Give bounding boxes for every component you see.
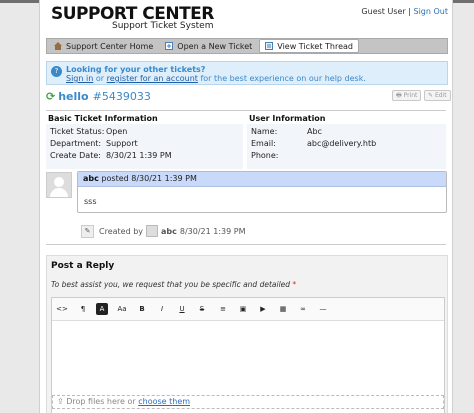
email-value: abc@delivery.htb	[307, 139, 377, 148]
home-icon	[54, 42, 62, 50]
notice-heading: Looking for your other tickets?	[66, 65, 206, 74]
video-button[interactable]: ▶	[257, 303, 269, 315]
nav-label: Support Center Home	[66, 41, 154, 51]
file-dropzone[interactable]: ⇪ Drop files here or choose them	[52, 395, 444, 409]
pencil-icon: ✎	[428, 92, 434, 99]
event-time: 8/30/21 1:39 PM	[179, 226, 246, 236]
department-value: Support	[106, 139, 138, 148]
sign-in-link[interactable]: Sign in	[66, 74, 93, 83]
info-icon: ?	[51, 66, 62, 77]
italic-button[interactable]: I	[156, 303, 168, 315]
user-separator: |	[408, 7, 411, 16]
event-created-by: Created by	[99, 226, 144, 236]
nav-label: View Ticket Thread	[277, 41, 353, 51]
list-button[interactable]: ≡	[217, 303, 229, 315]
print-label: Print	[403, 92, 418, 99]
code-view-button[interactable]: <>	[56, 303, 68, 315]
thread-entry: abc posted 8/30/21 1:39 PM sss	[77, 171, 447, 213]
name-value: Abc	[307, 127, 322, 136]
thread-event: ✎ Created by abc 8/30/21 1:39 PM	[81, 224, 246, 238]
post-reply-section: Post a Reply To best assist you, we requ…	[46, 255, 448, 413]
text-color-button[interactable]: A	[96, 303, 108, 315]
bold-button[interactable]: B	[136, 303, 148, 315]
entry-posted: posted 8/30/21 1:39 PM	[101, 174, 197, 183]
user-info-heading: User Information	[249, 114, 326, 123]
underline-button[interactable]: U	[176, 303, 188, 315]
avatar	[46, 172, 72, 198]
refresh-icon[interactable]: ⟳	[46, 90, 55, 103]
site-subtitle: Support Ticket System	[112, 21, 214, 31]
nav-new-ticket[interactable]: Open a New Ticket	[160, 40, 257, 52]
notice-banner: ? Looking for your other tickets? Sign i…	[46, 61, 448, 85]
ticket-info: Basic Ticket Information User Informatio…	[46, 110, 446, 169]
reply-description: To best assist you, we request that you …	[51, 280, 291, 289]
notice-rest: for the best experience on our help desk…	[200, 74, 366, 83]
avatar-small	[146, 225, 159, 237]
notice-text: Sign in or register for an account for t…	[66, 74, 366, 83]
status-value: Open	[106, 127, 128, 136]
nav-view-thread[interactable]: View Ticket Thread	[259, 39, 359, 53]
edit-button[interactable]: ✎ Edit	[424, 90, 451, 101]
reply-editor[interactable]: <> ¶ A Aa B I U S ≡ ▣ ▶ ▦ ∞ — ⇪ Drop fil…	[51, 297, 445, 413]
edit-event-icon: ✎	[81, 224, 94, 238]
font-size-button[interactable]: Aa	[116, 303, 128, 315]
status-label: Ticket Status:	[50, 127, 105, 136]
entry-author: abc	[83, 174, 99, 183]
ticket-heading: ⟳ hello #5439033	[46, 90, 151, 103]
print-button[interactable]: 🖶 Print	[392, 90, 422, 101]
notice-or: or	[95, 74, 105, 83]
divider	[46, 244, 446, 245]
create-date-value: 8/30/21 1:39 PM	[106, 151, 172, 160]
register-link[interactable]: register for an account	[107, 74, 198, 83]
ticket-subject: hello	[58, 90, 89, 103]
sign-out-link[interactable]: Sign Out	[414, 7, 449, 16]
upload-icon: ⇪	[57, 397, 64, 406]
ticket-number: #5439033	[92, 90, 151, 103]
basic-info-heading: Basic Ticket Information	[48, 114, 158, 123]
editor-toolbar: <> ¶ A Aa B I U S ≡ ▣ ▶ ▦ ∞ —	[52, 298, 444, 321]
name-label: Name:	[251, 127, 278, 136]
image-button[interactable]: ▣	[237, 303, 249, 315]
reply-instructions: To best assist you, we request that you …	[51, 280, 296, 289]
event-author: abc	[161, 226, 177, 236]
paragraph-button[interactable]: ¶	[77, 303, 89, 315]
strikethrough-button[interactable]: S	[196, 303, 208, 315]
table-button[interactable]: ▦	[277, 303, 289, 315]
department-label: Department:	[50, 139, 102, 148]
guest-user-label: Guest User	[361, 7, 406, 16]
nav-support-home[interactable]: Support Center Home	[49, 40, 158, 52]
post-reply-title: Post a Reply	[51, 261, 115, 271]
dropzone-text: Drop files here or	[66, 397, 136, 406]
phone-label: Phone:	[251, 151, 279, 160]
email-label: Email:	[251, 139, 276, 148]
thread-entry-header: abc posted 8/30/21 1:39 PM	[78, 172, 446, 187]
link-button[interactable]: ∞	[297, 303, 309, 315]
page-container: SUPPORT CENTER Support Ticket System Gue…	[39, 0, 453, 413]
thread-icon	[265, 42, 274, 50]
printer-icon: 🖶	[396, 92, 402, 99]
new-ticket-icon	[165, 42, 174, 50]
entry-body: sss	[84, 197, 97, 206]
edit-label: Edit	[434, 92, 447, 99]
create-date-label: Create Date:	[50, 151, 101, 160]
choose-files-link[interactable]: choose them	[138, 397, 190, 406]
user-box: Guest User | Sign Out	[361, 7, 448, 16]
nav-label: Open a New Ticket	[177, 41, 253, 51]
horizontal-rule-button[interactable]: —	[317, 303, 329, 315]
main-nav: Support Center Home Open a New Ticket Vi…	[46, 38, 448, 54]
required-mark: *	[292, 280, 297, 289]
